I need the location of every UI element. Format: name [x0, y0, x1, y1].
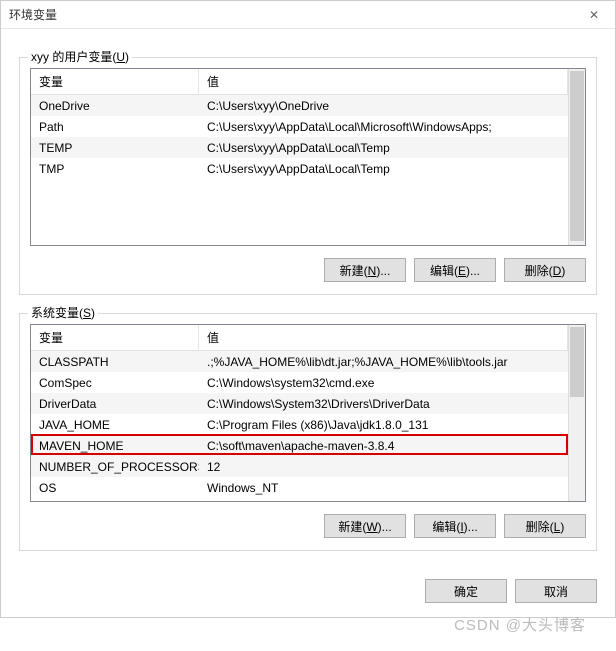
user-button-row: 新建(N)... 编辑(E)... 删除(D) [30, 258, 586, 282]
close-button[interactable]: ✕ [573, 1, 615, 28]
system-variables-list[interactable]: 变量 值 CLASSPATH.;%JAVA_HOME%\lib\dt.jar;%… [30, 324, 586, 502]
table-row[interactable]: ComSpecC:\Windows\system32\cmd.exe [31, 372, 568, 393]
var-value: C:\soft\maven\apache-maven-3.8.4 [199, 439, 568, 453]
table-row[interactable]: PathC:\Users\xyy\AppData\Local\Microsoft… [31, 116, 568, 137]
ok-button[interactable]: 确定 [425, 579, 507, 603]
table-row[interactable]: MAVEN_HOMEC:\soft\maven\apache-maven-3.8… [31, 435, 568, 456]
system-scrollbar[interactable] [568, 325, 585, 501]
table-row[interactable]: OneDriveC:\Users\xyy\OneDrive [31, 95, 568, 116]
var-name: CLASSPATH [31, 355, 199, 369]
system-edit-button[interactable]: 编辑(I)... [414, 514, 496, 538]
user-scrollbar[interactable] [568, 69, 585, 245]
col-header-name[interactable]: 变量 [31, 69, 199, 94]
var-name: MAVEN_HOME [31, 439, 199, 453]
table-row[interactable]: DriverDataC:\Windows\System32\Drivers\Dr… [31, 393, 568, 414]
var-value: C:\Users\xyy\AppData\Local\Temp [199, 141, 568, 155]
user-new-button[interactable]: 新建(N)... [324, 258, 406, 282]
user-list-header: 变量 值 [31, 69, 568, 95]
user-variables-group: xyy 的用户变量(U) 变量 值 OneDriveC:\Users\xyy\O… [19, 57, 597, 295]
var-value: 12 [199, 460, 568, 474]
system-list-header: 变量 值 [31, 325, 568, 351]
var-value: C:\Users\xyy\OneDrive [199, 99, 568, 113]
col-header-value[interactable]: 值 [199, 325, 568, 350]
system-button-row: 新建(W)... 编辑(I)... 删除(L) [30, 514, 586, 538]
var-value: C:\Users\xyy\AppData\Local\Microsoft\Win… [199, 120, 568, 134]
table-row[interactable]: OSWindows_NT [31, 477, 568, 498]
system-scrollbar-thumb[interactable] [570, 327, 584, 397]
user-edit-button[interactable]: 编辑(E)... [414, 258, 496, 282]
table-row[interactable]: NUMBER_OF_PROCESSORS12 [31, 456, 568, 477]
var-value: .;%JAVA_HOME%\lib\dt.jar;%JAVA_HOME%\lib… [199, 355, 568, 369]
system-variables-label: 系统变量(S) [28, 304, 98, 321]
var-name: TMP [31, 162, 199, 176]
var-name: ComSpec [31, 376, 199, 390]
dialog-body: xyy 的用户变量(U) 变量 值 OneDriveC:\Users\xyy\O… [1, 29, 615, 565]
cancel-button[interactable]: 取消 [515, 579, 597, 603]
user-variables-label: xyy 的用户变量(U) [28, 48, 132, 65]
var-name: Path [31, 120, 199, 134]
env-var-dialog: 环境变量 ✕ xyy 的用户变量(U) 变量 值 OneDriveC:\User… [0, 0, 616, 618]
var-name: NUMBER_OF_PROCESSORS [31, 460, 199, 474]
system-variables-group: 系统变量(S) 变量 值 CLASSPATH.;%JAVA_HOME%\lib\… [19, 313, 597, 551]
var-name: JAVA_HOME [31, 418, 199, 432]
user-scrollbar-thumb[interactable] [570, 71, 584, 241]
window-title: 环境变量 [9, 6, 57, 23]
system-new-button[interactable]: 新建(W)... [324, 514, 406, 538]
col-header-name[interactable]: 变量 [31, 325, 199, 350]
dialog-button-row: 确定 取消 [1, 565, 615, 617]
user-delete-button[interactable]: 删除(D) [504, 258, 586, 282]
close-icon: ✕ [589, 8, 599, 22]
var-name: OS [31, 481, 199, 495]
var-name: TEMP [31, 141, 199, 155]
table-row[interactable]: TEMPC:\Users\xyy\AppData\Local\Temp [31, 137, 568, 158]
var-value: Windows_NT [199, 481, 568, 495]
table-row[interactable]: CLASSPATH.;%JAVA_HOME%\lib\dt.jar;%JAVA_… [31, 351, 568, 372]
table-row[interactable]: JAVA_HOMEC:\Program Files (x86)\Java\jdk… [31, 414, 568, 435]
col-header-value[interactable]: 值 [199, 69, 568, 94]
var-name: DriverData [31, 397, 199, 411]
var-name: OneDrive [31, 99, 199, 113]
var-value: C:\Windows\System32\Drivers\DriverData [199, 397, 568, 411]
table-row[interactable]: TMPC:\Users\xyy\AppData\Local\Temp [31, 158, 568, 179]
system-delete-button[interactable]: 删除(L) [504, 514, 586, 538]
var-value: C:\Users\xyy\AppData\Local\Temp [199, 162, 568, 176]
user-variables-list[interactable]: 变量 值 OneDriveC:\Users\xyy\OneDrivePathC:… [30, 68, 586, 246]
var-value: C:\Program Files (x86)\Java\jdk1.8.0_131 [199, 418, 568, 432]
titlebar: 环境变量 ✕ [1, 1, 615, 29]
var-value: C:\Windows\system32\cmd.exe [199, 376, 568, 390]
